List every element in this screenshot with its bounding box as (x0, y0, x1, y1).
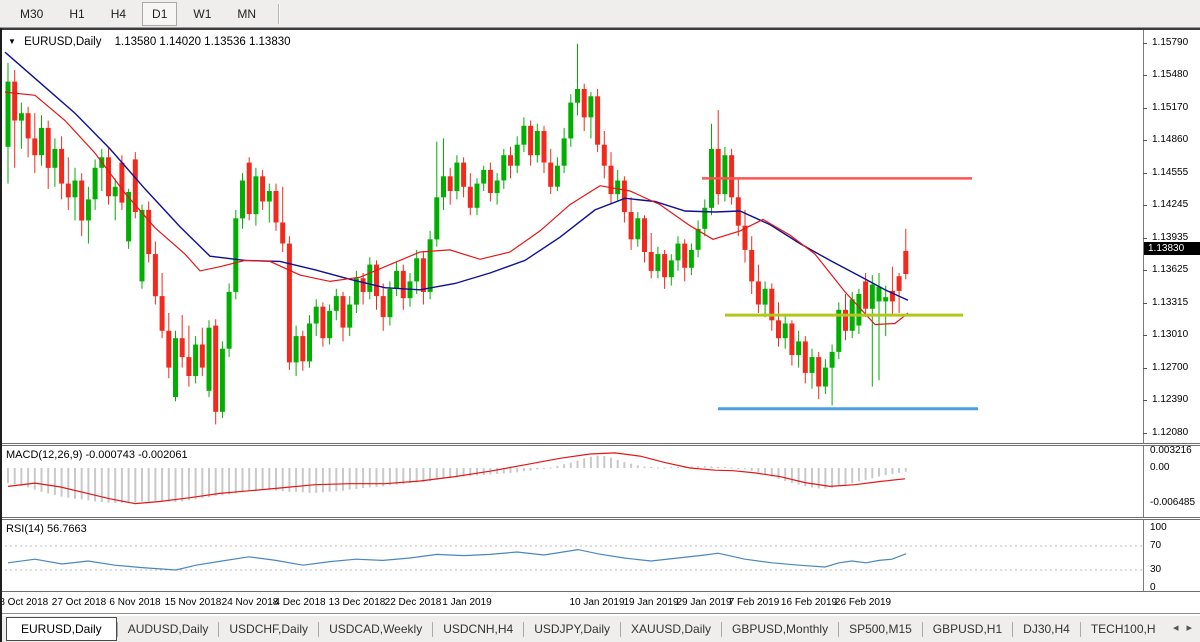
timeframe-button-h4[interactable]: H4 (101, 2, 136, 26)
date-axis-label: 1 Jan 2019 (442, 597, 492, 608)
chart-title: ▼ EURUSD,Daily 1.13580 1.14020 1.13536 1… (8, 36, 291, 48)
chart-tab-usdchf[interactable]: USDCHF,Daily (219, 618, 318, 640)
date-axis-label: 4 Dec 2018 (274, 597, 325, 608)
current-price-tag: 1.13830 (1144, 242, 1200, 255)
date-axis-label: 22 Dec 2018 (385, 597, 442, 608)
price-axis-label: 1.15170 (1152, 102, 1188, 113)
price-axis-label: 1.12390 (1152, 394, 1188, 405)
panel-border (0, 591, 1200, 592)
panel-splitter[interactable] (0, 517, 1200, 520)
price-tick (1143, 205, 1147, 206)
date-axis-label: 7 Feb 2019 (729, 597, 780, 608)
date-axis-label: 26 Feb 2019 (835, 597, 891, 608)
date-axis-label: 15 Nov 2018 (165, 597, 222, 608)
chart-tab-bar: EURUSD,DailyAUDUSD,DailyUSDCHF,DailyUSDC… (0, 615, 1200, 642)
timeframe-button-mn[interactable]: MN (227, 2, 266, 26)
price-tick (1143, 173, 1147, 174)
rsi-axis-label: 30 (1150, 564, 1161, 575)
chart-symbol: EURUSD,Daily (24, 36, 101, 48)
chart-tab-usdjpy[interactable]: USDJPY,Daily (524, 618, 620, 640)
price-tick (1143, 368, 1147, 369)
price-axis-label: 1.14860 (1152, 134, 1188, 145)
chart-ohlc: 1.13580 1.14020 1.13536 1.13830 (115, 36, 291, 48)
price-tick (1143, 303, 1147, 304)
date-axis-label: 10 Jan 2019 (569, 597, 624, 608)
macd-label: MACD(12,26,9) -0.000743 -0.002061 (6, 449, 188, 461)
price-tick (1143, 75, 1147, 76)
timeframe-button-d1[interactable]: D1 (142, 2, 177, 26)
rsi-axis-label: 100 (1150, 522, 1167, 533)
chart-tab-usdcnh[interactable]: USDCNH,H4 (433, 618, 523, 640)
tab-scroll-arrows: ◂ ▸ (1167, 617, 1198, 638)
price-axis-border (1143, 30, 1144, 591)
panel-border (0, 613, 1200, 614)
macd-axis-label: 0.003216 (1150, 445, 1192, 456)
toolbar-separator (278, 4, 280, 24)
candles-layer (6, 44, 909, 425)
chart-tab-xauusd[interactable]: XAUUSD,Daily (621, 618, 721, 640)
chart-tab-tech100[interactable]: TECH100,H (1081, 618, 1166, 640)
price-tick (1143, 335, 1147, 336)
price-tick (1143, 43, 1147, 44)
timeframe-button-w1[interactable]: W1 (183, 2, 221, 26)
price-tick (1143, 270, 1147, 271)
price-tick (1143, 108, 1147, 109)
chart-menu-triangle-icon: ▼ (8, 37, 16, 46)
price-axis-label: 1.14555 (1152, 167, 1188, 178)
chart-tab-dj30[interactable]: DJ30,H4 (1013, 618, 1080, 640)
price-axis-label: 1.12080 (1152, 427, 1188, 438)
price-axis-label: 1.12700 (1152, 362, 1188, 373)
tab-scroll-right-icon[interactable]: ▸ (1186, 621, 1192, 634)
date-axis-label: 27 Oct 2018 (52, 597, 106, 608)
price-axis-label: 1.14245 (1152, 199, 1188, 210)
panel-splitter[interactable] (0, 443, 1200, 446)
chart-tab-usdcad[interactable]: USDCAD,Weekly (319, 618, 432, 640)
price-tick (1143, 400, 1147, 401)
date-axis-label: 24 Nov 2018 (222, 597, 279, 608)
price-axis-label: 1.13315 (1152, 297, 1188, 308)
price-axis-label: 1.15790 (1152, 37, 1188, 48)
date-axis-label: 18 Oct 2018 (0, 597, 48, 608)
price-axis-label: 1.15480 (1152, 69, 1188, 80)
mt4-window: M30H1 H4D1W1MN ▼ EURUSD,Daily 1.13580 1.1… (0, 0, 1200, 642)
macd-histogram (7, 456, 907, 504)
chart-tab-gbpusd[interactable]: GBPUSD,Monthly (722, 618, 838, 640)
price-axis-label: 1.13625 (1152, 264, 1188, 275)
chart-tab-eurusd[interactable]: EURUSD,Daily (6, 617, 117, 641)
date-axis-label: 13 Dec 2018 (329, 597, 386, 608)
window-border-left (0, 28, 2, 642)
macd-axis-label: 0.00 (1150, 462, 1169, 473)
price-axis-label: 1.13010 (1152, 329, 1188, 340)
chart-tab-sp500[interactable]: SP500,M15 (839, 618, 922, 640)
price-tick (1143, 140, 1147, 141)
date-axis-label: 19 Jan 2019 (623, 597, 678, 608)
date-axis-label: 6 Nov 2018 (109, 597, 160, 608)
rsi-line (8, 550, 906, 570)
rsi-label: RSI(14) 56.7663 (6, 523, 87, 535)
timeframe-toolbar: M30H1 H4D1W1MN (0, 0, 1200, 28)
rsi-axis-label: 70 (1150, 540, 1161, 551)
chart-tab-audusd[interactable]: AUDUSD,Daily (118, 618, 219, 640)
date-axis-label: 29 Jan 2019 (676, 597, 731, 608)
price-tick (1143, 238, 1147, 239)
rsi-indicator-panel[interactable] (0, 520, 1143, 591)
tab-scroll-left-icon[interactable]: ◂ (1173, 621, 1179, 634)
macd-axis-label: -0.006485 (1150, 497, 1195, 508)
timeframe-button-h1[interactable]: H1 (59, 2, 94, 26)
price-tick (1143, 433, 1147, 434)
rsi-axis-label: 0 (1150, 582, 1156, 593)
chart-tab-gbpusd[interactable]: GBPUSD,H1 (923, 618, 1012, 640)
date-axis-label: 16 Feb 2019 (781, 597, 837, 608)
main-price-chart[interactable] (0, 30, 1143, 443)
timeframe-button-m30[interactable]: M30 (10, 2, 53, 26)
